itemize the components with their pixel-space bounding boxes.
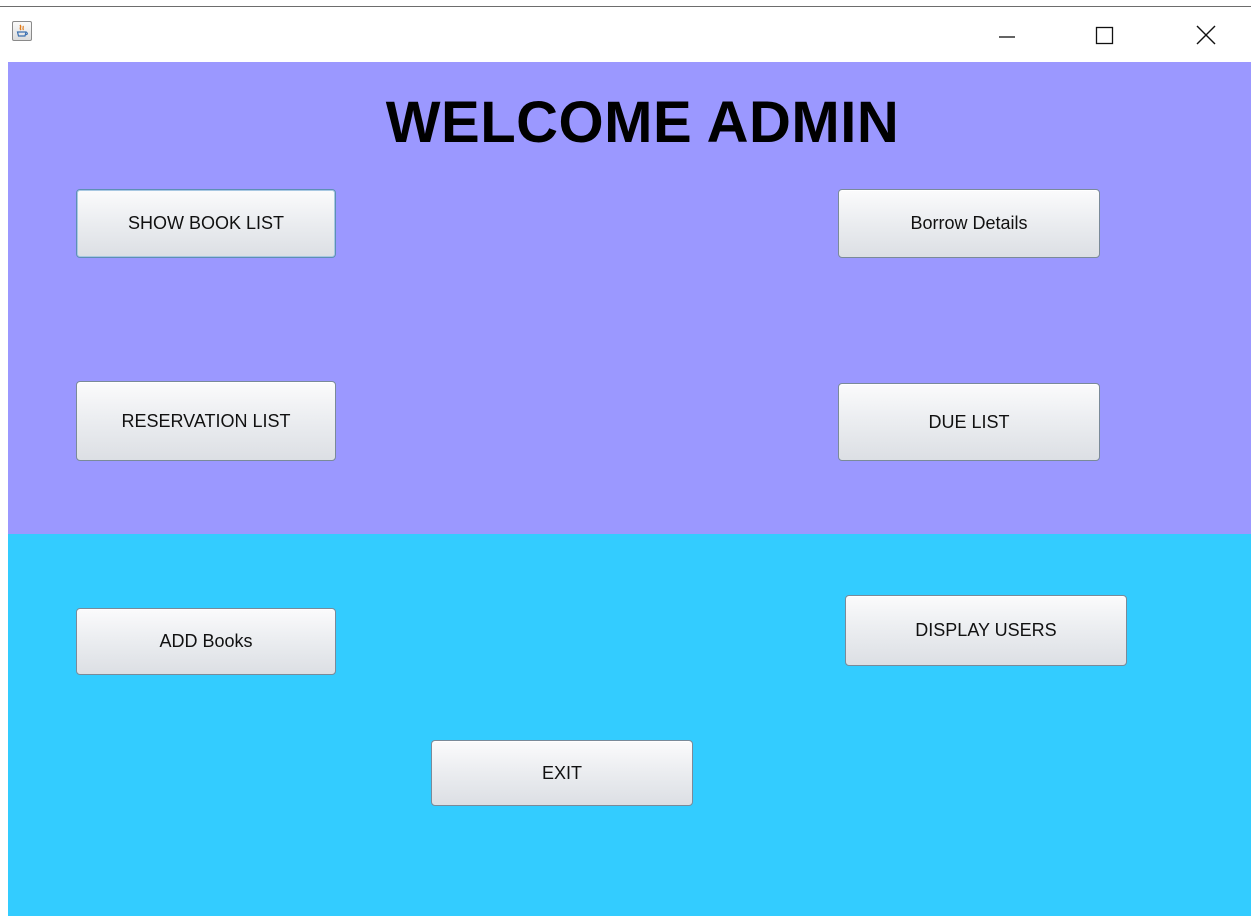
reservation-list-button[interactable]: RESERVATION LIST — [76, 381, 336, 461]
welcome-heading: WELCOME ADMIN — [385, 90, 900, 155]
bottom-panel — [8, 534, 1251, 916]
admin-window: WELCOME ADMIN SHOW BOOK LIST Borrow Deta… — [0, 0, 1251, 916]
show-book-list-button[interactable]: SHOW BOOK LIST — [76, 189, 336, 258]
maximize-icon — [1095, 26, 1114, 44]
minimize-button[interactable] — [984, 7, 1030, 62]
maximize-button[interactable] — [1081, 7, 1127, 62]
java-app-icon[interactable] — [12, 21, 32, 41]
display-users-button[interactable]: DISPLAY USERS — [845, 595, 1127, 666]
title-bar[interactable] — [0, 7, 1251, 62]
borrow-details-button[interactable]: Borrow Details — [838, 189, 1100, 258]
due-list-button[interactable]: DUE LIST — [838, 383, 1100, 461]
minimize-icon — [999, 35, 1015, 38]
add-books-button[interactable]: ADD Books — [76, 608, 336, 675]
close-button[interactable] — [1183, 7, 1229, 62]
exit-button[interactable]: EXIT — [431, 740, 693, 806]
close-icon — [1196, 25, 1216, 44]
